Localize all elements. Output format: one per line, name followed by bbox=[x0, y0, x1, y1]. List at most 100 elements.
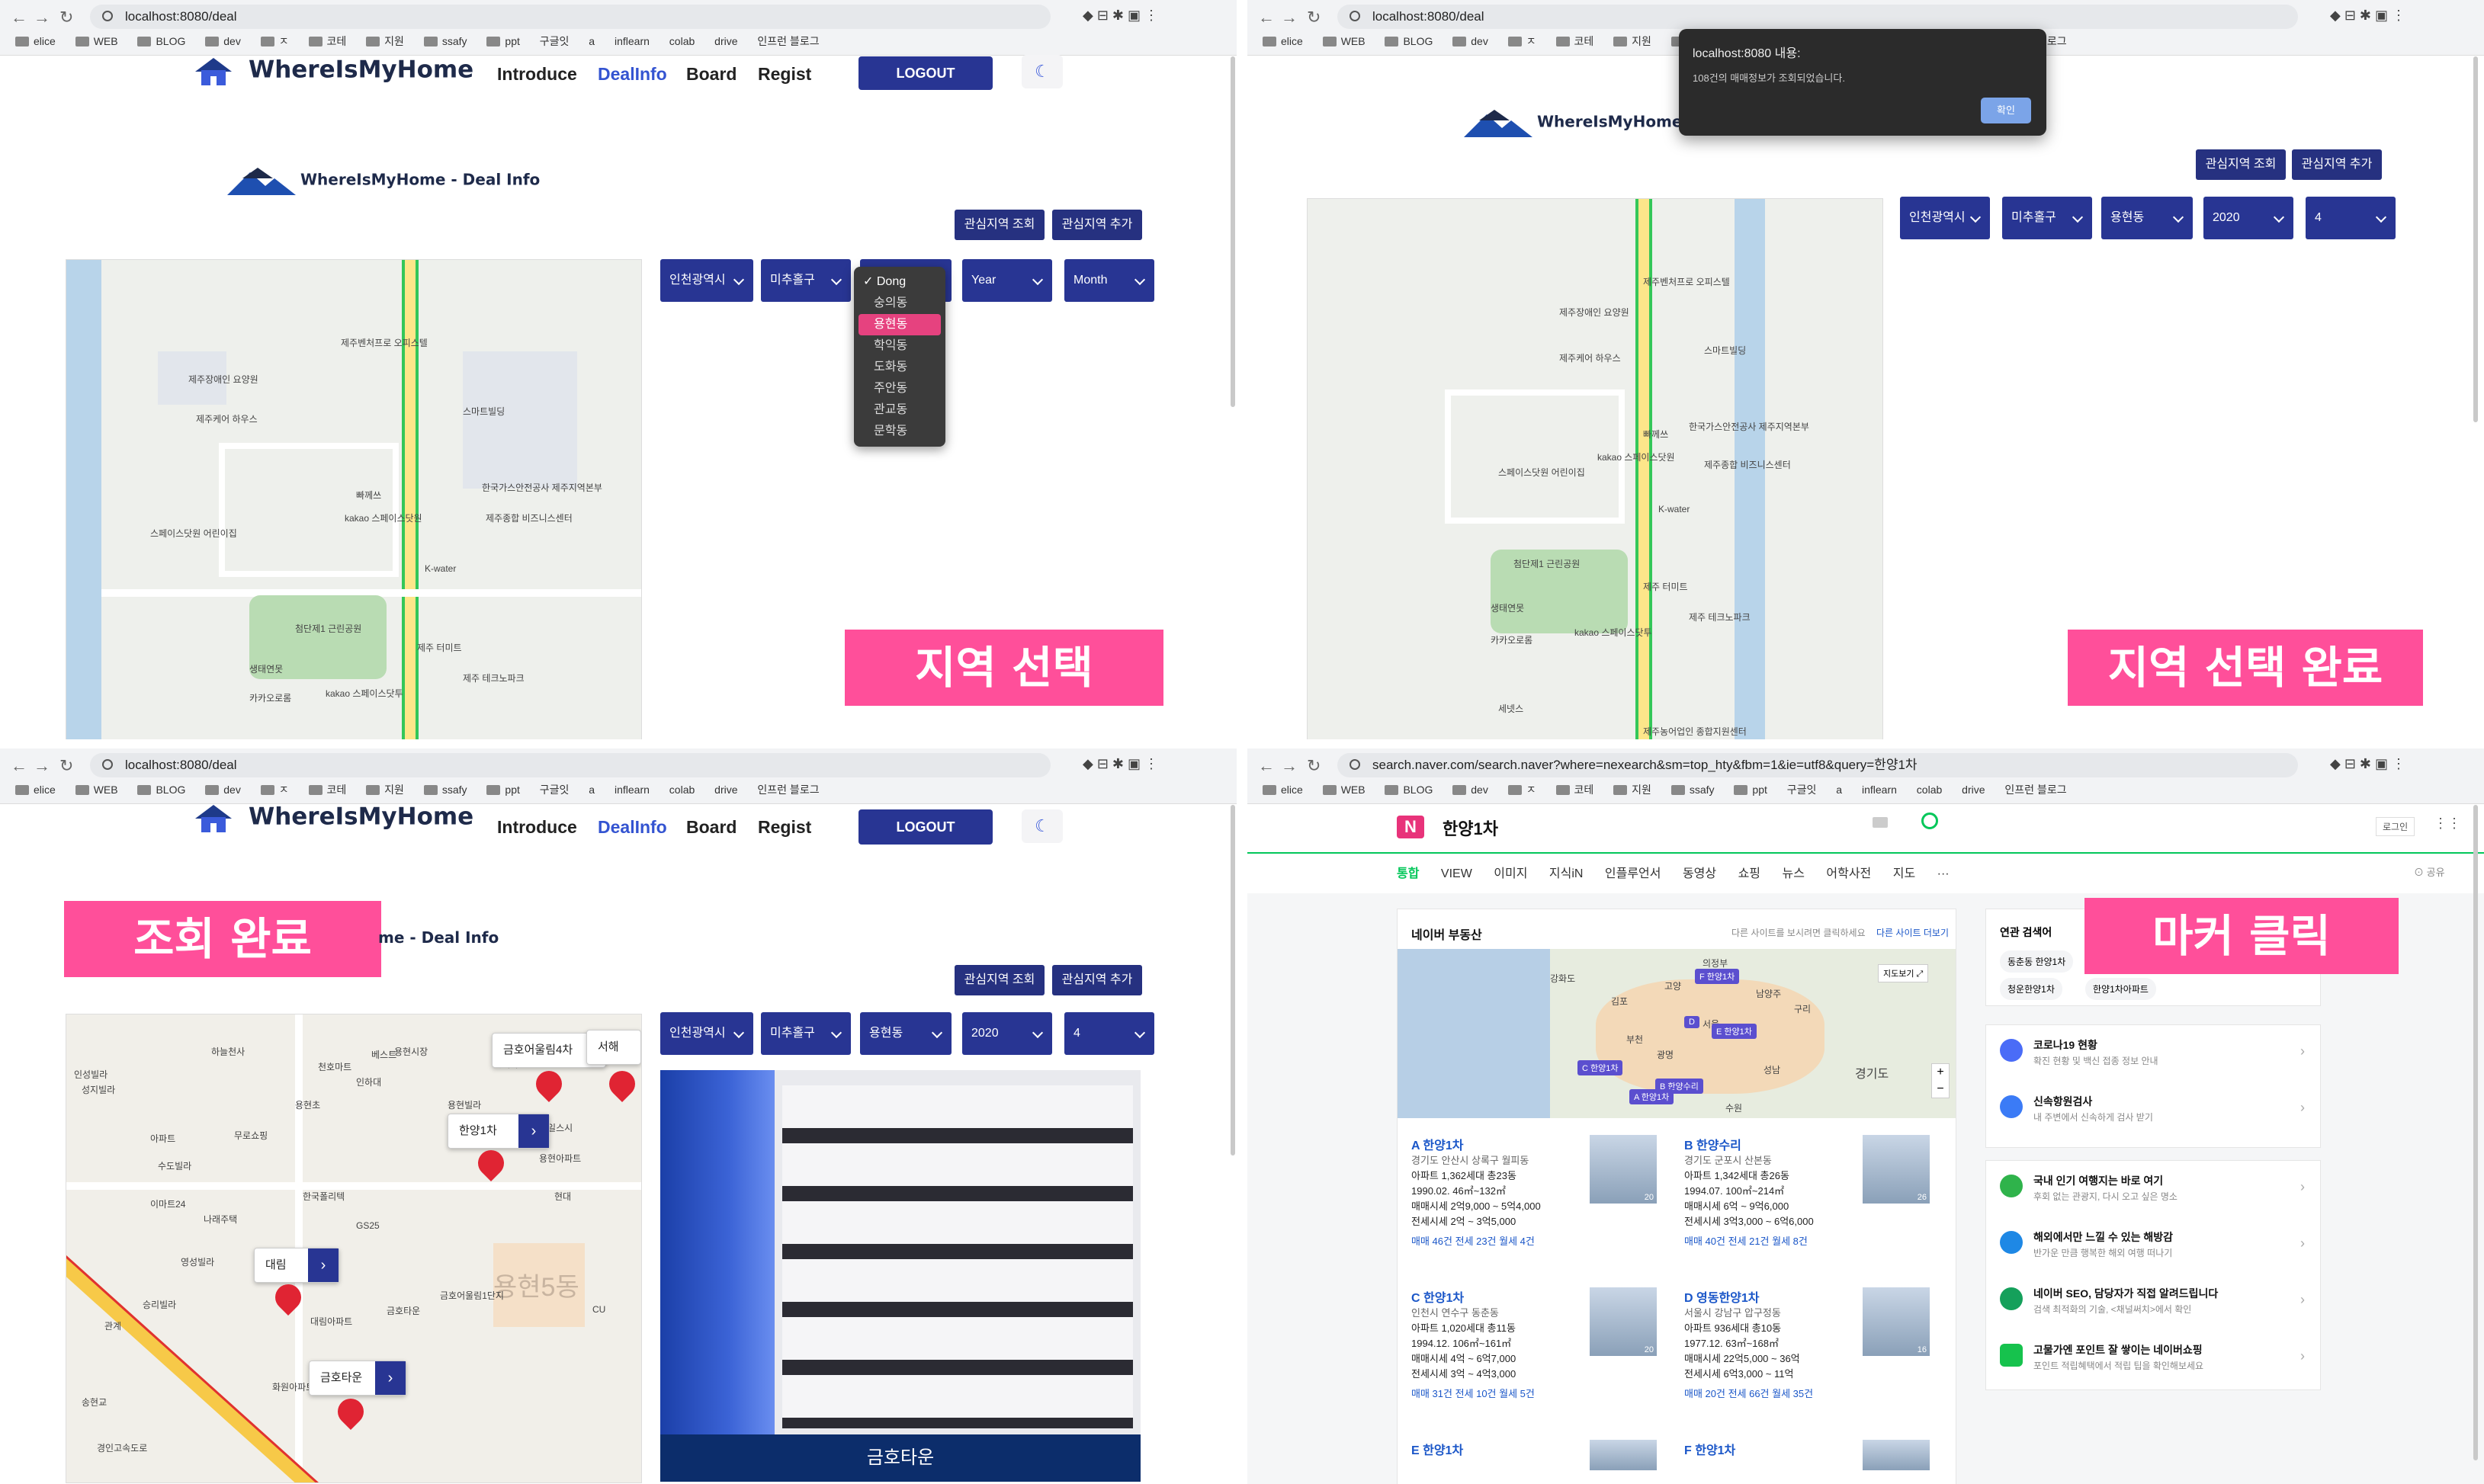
gugun-select[interactable]: 미추홀구 bbox=[2002, 197, 2092, 239]
bookmark-web[interactable]: WEB bbox=[1322, 35, 1366, 47]
bookmark-dev[interactable]: dev bbox=[1452, 35, 1488, 47]
bookmark-web[interactable]: WEB bbox=[75, 35, 118, 47]
bookmark-google[interactable]: 구글잇 bbox=[540, 782, 570, 797]
sido-select[interactable]: 인천광역시 bbox=[1900, 197, 1990, 239]
back-icon[interactable]: ← bbox=[11, 8, 27, 27]
tab-influencer[interactable]: 인플루언서 bbox=[1605, 863, 1661, 881]
reload-icon[interactable]: ↻ bbox=[59, 8, 73, 27]
bookmark-drive[interactable]: drive bbox=[1962, 784, 1985, 796]
bookmark-dev[interactable]: dev bbox=[205, 784, 241, 796]
year-select[interactable]: 2020 bbox=[2203, 197, 2293, 239]
back-icon[interactable]: ← bbox=[1258, 756, 1275, 776]
bookmark-x[interactable]: ㅈ bbox=[260, 34, 289, 49]
bookmark-dev[interactable]: dev bbox=[1452, 784, 1488, 796]
bookmark-inflearn[interactable]: inflearn bbox=[615, 35, 650, 47]
map-marker[interactable] bbox=[332, 1393, 370, 1431]
tab-image[interactable]: 이미지 bbox=[1494, 863, 1527, 881]
related-chip[interactable]: 한양1차아파트 bbox=[2085, 978, 2156, 1000]
forward-icon[interactable]: → bbox=[34, 756, 50, 776]
tab-more[interactable]: ··· bbox=[1937, 867, 1950, 881]
address-bar[interactable]: localhost:8080/deal bbox=[1337, 5, 2298, 29]
bookmark-web[interactable]: WEB bbox=[1322, 784, 1366, 796]
dong-option[interactable]: 숭의동 bbox=[854, 293, 945, 314]
tab-kin[interactable]: 지식iN bbox=[1549, 863, 1584, 881]
map-pin[interactable]: D bbox=[1684, 1016, 1699, 1028]
nav-introduce[interactable]: Introduce bbox=[497, 64, 577, 85]
nav-dealinfo[interactable]: DealInfo bbox=[598, 64, 667, 85]
bookmark-jiwon[interactable]: 지원 bbox=[1613, 34, 1651, 49]
bookmark-colab[interactable]: colab bbox=[669, 784, 695, 796]
bookmark-kote[interactable]: 코테 bbox=[1555, 782, 1593, 797]
bookmark-ssafy[interactable]: ssafy bbox=[423, 784, 467, 796]
dark-mode-icon[interactable]: ☾ bbox=[1022, 809, 1063, 843]
side-item-shopping[interactable]: 고물가엔 포인트 잘 쌓이는 네이버쇼핑 포인트 적립혜택에서 적립 팁을 확인해… bbox=[2000, 1338, 2305, 1383]
marker-callout[interactable]: 대림 › bbox=[254, 1248, 339, 1283]
forward-icon[interactable]: → bbox=[34, 8, 50, 27]
bookmark-x[interactable]: ㅈ bbox=[260, 782, 289, 797]
logout-button[interactable]: LOGOUT bbox=[858, 56, 993, 90]
forward-icon[interactable]: → bbox=[1281, 8, 1298, 27]
reload-icon[interactable]: ↻ bbox=[1307, 8, 1321, 27]
bookmark-colab[interactable]: colab bbox=[1917, 784, 1942, 796]
bookmark-inflearn[interactable]: inflearn bbox=[615, 784, 650, 796]
dark-mode-icon[interactable]: ☾ bbox=[1022, 55, 1063, 88]
bookmark-elice[interactable]: elice bbox=[1263, 784, 1303, 796]
bookmark-ppt[interactable]: ppt bbox=[1734, 784, 1767, 796]
tab-all[interactable]: 통합 bbox=[1397, 863, 1419, 881]
bookmark-elice[interactable]: elice bbox=[15, 35, 56, 47]
tab-news[interactable]: 뉴스 bbox=[1782, 863, 1804, 881]
bookmark-blog[interactable]: BLOG bbox=[137, 784, 185, 796]
listing-thumbnail[interactable]: 20 bbox=[1590, 1287, 1657, 1356]
reload-icon[interactable]: ↻ bbox=[59, 756, 73, 776]
extension-icon[interactable]: ◆ ⊟ ✱ ▣ ⋮ bbox=[1083, 756, 1158, 772]
bookmark-inflearn[interactable]: inflearn bbox=[1862, 784, 1897, 796]
dong-option-highlighted[interactable]: 용현동 bbox=[858, 314, 941, 335]
interest-view-button[interactable]: 관심지역 조회 bbox=[2196, 149, 2286, 180]
bookmark-jiwon[interactable]: 지원 bbox=[366, 34, 404, 49]
dong-option[interactable]: 도화동 bbox=[854, 357, 945, 378]
chevron-right-icon[interactable]: › bbox=[308, 1248, 339, 1282]
bookmark-colab[interactable]: colab bbox=[669, 35, 695, 47]
dong-option[interactable]: 주안동 bbox=[854, 378, 945, 399]
scrollbar[interactable] bbox=[2473, 805, 2478, 1460]
login-button[interactable]: 로그인 bbox=[2376, 817, 2415, 836]
nav-introduce[interactable]: Introduce bbox=[497, 817, 577, 838]
bookmark-elice[interactable]: elice bbox=[1263, 35, 1303, 47]
interest-add-button[interactable]: 관심지역 추가 bbox=[1052, 965, 1142, 995]
bookmark-x[interactable]: ㅈ bbox=[1507, 34, 1536, 49]
bookmark-blog[interactable]: BLOG bbox=[137, 35, 185, 47]
extension-icon[interactable]: ◆ ⊟ ✱ ▣ ⋮ bbox=[1083, 8, 1158, 24]
map-view[interactable]: 롯데마트 용현시장 하늘천사 인하대 용현초 베스트 천호마트 농일스시 무로쇼… bbox=[66, 1014, 642, 1483]
bookmark-elice[interactable]: elice bbox=[15, 784, 56, 796]
map-pin[interactable]: A 한양1차 bbox=[1629, 1089, 1674, 1104]
map-pin[interactable]: E 한양1차 bbox=[1712, 1024, 1757, 1039]
zoom-control[interactable]: + − bbox=[1931, 1063, 1950, 1098]
bookmark-ssafy[interactable]: ssafy bbox=[423, 35, 467, 47]
tab-view[interactable]: VIEW bbox=[1441, 867, 1472, 881]
extension-icon[interactable]: ◆ ⊟ ✱ ▣ ⋮ bbox=[2330, 756, 2405, 772]
tab-map[interactable]: 지도 bbox=[1893, 863, 1915, 881]
map-marker[interactable] bbox=[472, 1144, 510, 1182]
marker-callout[interactable]: 서해 bbox=[586, 1030, 641, 1065]
related-chip[interactable]: 동춘동 한양1차 bbox=[2000, 950, 2074, 973]
bookmark-dev[interactable]: dev bbox=[205, 35, 241, 47]
brand-logo[interactable]: WhereIsMyHome bbox=[191, 802, 473, 834]
map-marker[interactable] bbox=[603, 1065, 641, 1103]
bookmark-ppt[interactable]: ppt bbox=[486, 35, 520, 47]
map-marker[interactable] bbox=[530, 1065, 568, 1103]
interest-view-button[interactable]: 관심지역 조회 bbox=[955, 210, 1045, 240]
share-button[interactable]: ⊙ 공유 bbox=[2414, 864, 2445, 879]
bookmark-ssafy[interactable]: ssafy bbox=[1670, 784, 1715, 796]
map-pin[interactable]: C 한양1차 bbox=[1577, 1060, 1623, 1075]
dong-option[interactable]: ✓ Dong bbox=[854, 271, 945, 293]
bookmark-ppt[interactable]: ppt bbox=[486, 784, 520, 796]
year-select[interactable]: Year bbox=[962, 259, 1052, 302]
bookmark-blog[interactable]: BLOG bbox=[1385, 35, 1433, 47]
bookmark-drive[interactable]: drive bbox=[714, 784, 737, 796]
other-sites-link[interactable]: 다른 사이트 더보기 bbox=[1876, 926, 1949, 939]
keyboard-icon[interactable] bbox=[1873, 817, 1888, 828]
nav-dealinfo[interactable]: DealInfo bbox=[598, 817, 667, 838]
chevron-right-icon[interactable]: › bbox=[375, 1361, 406, 1395]
tab-video[interactable]: 동영상 bbox=[1683, 863, 1716, 881]
scrollbar[interactable] bbox=[1231, 56, 1235, 407]
